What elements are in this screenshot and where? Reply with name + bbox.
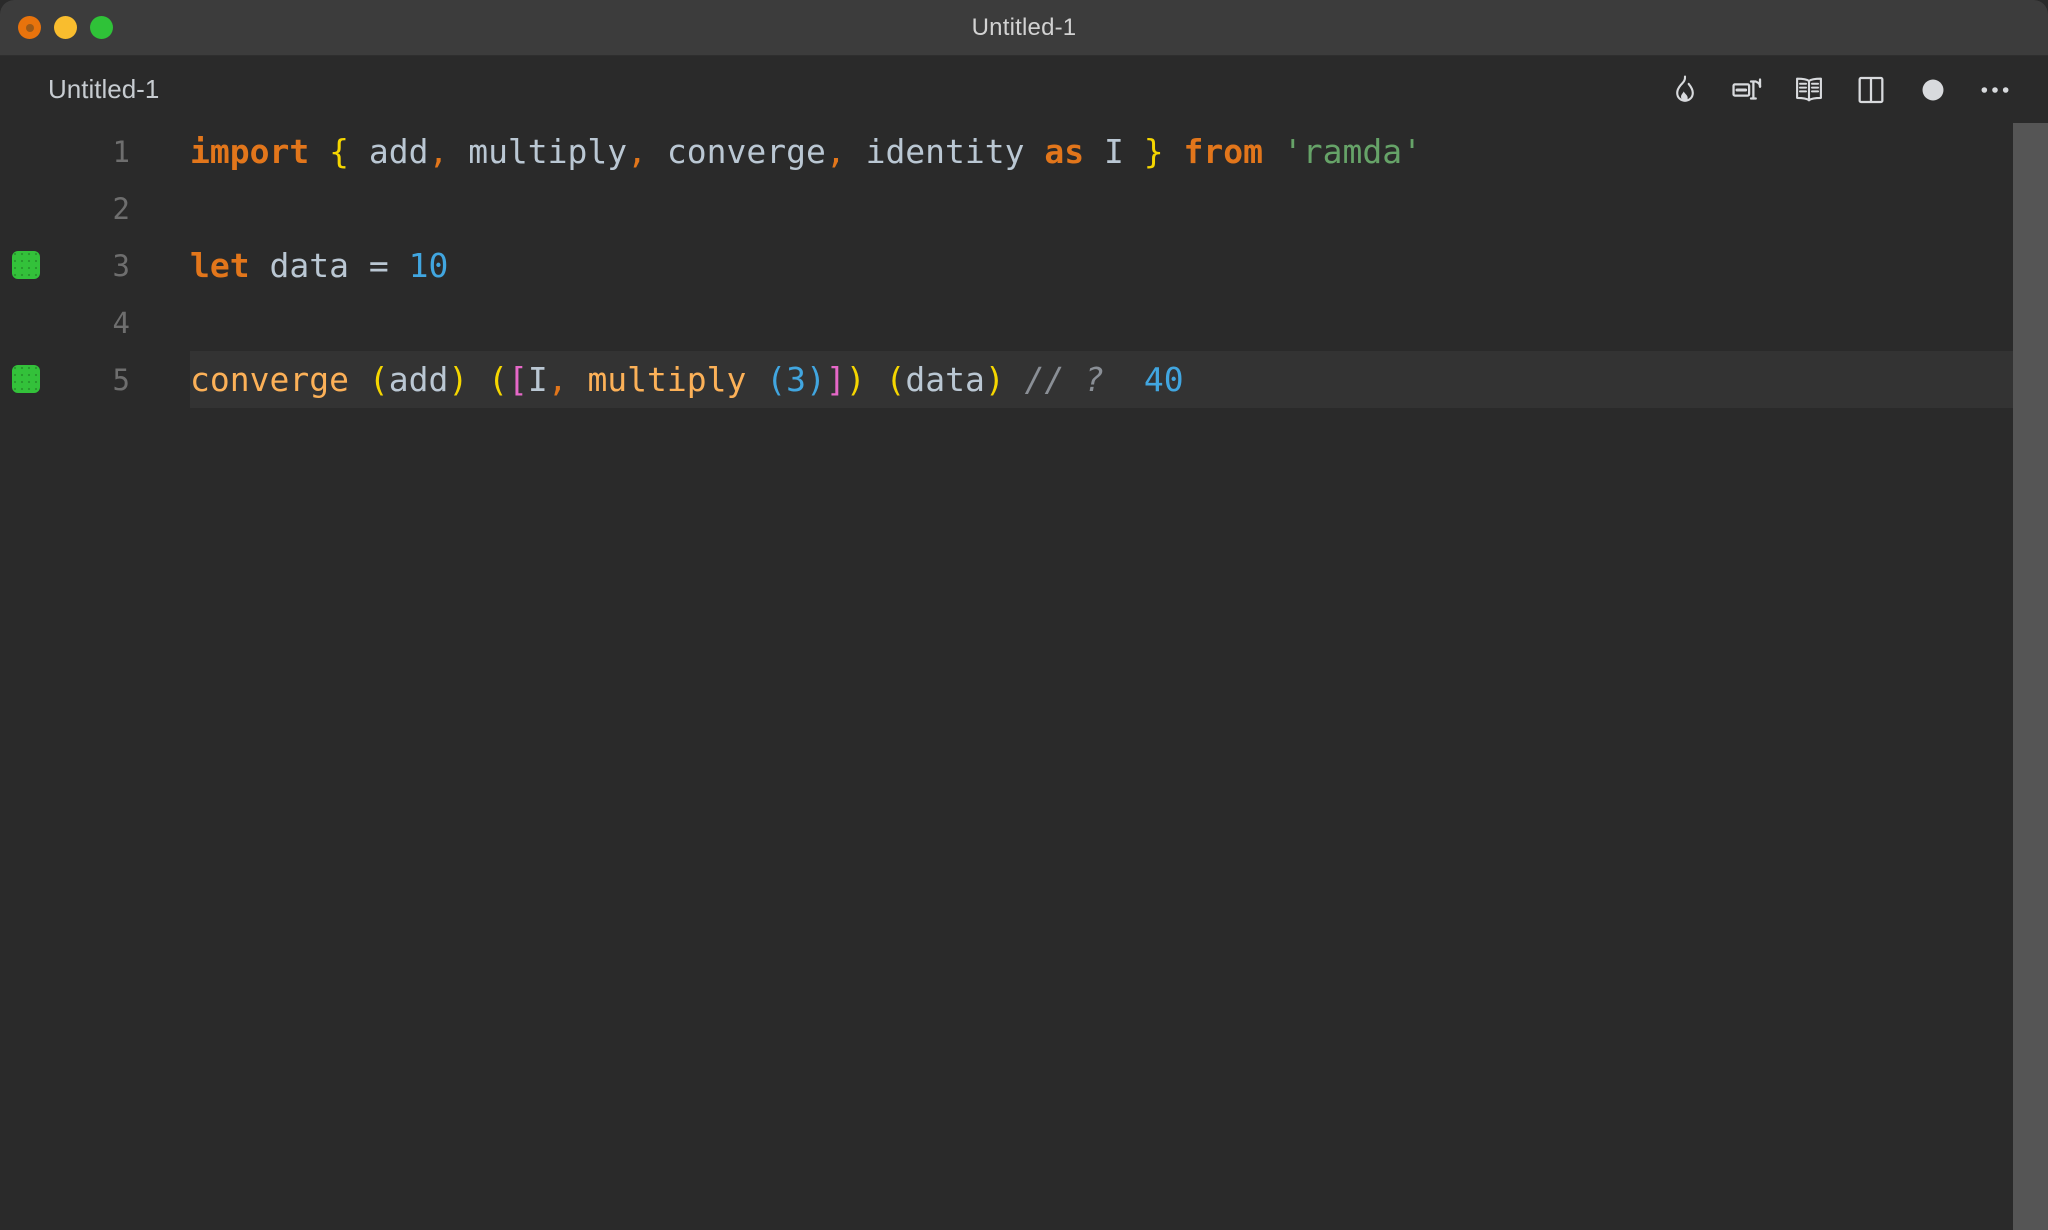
token: ) <box>448 360 469 399</box>
token: ( <box>766 360 787 399</box>
more-actions-icon[interactable] <box>1964 59 2026 121</box>
token: 40 <box>1143 360 1184 399</box>
editor-actions <box>1654 56 2026 123</box>
token: , <box>825 132 846 171</box>
token: let <box>190 246 250 285</box>
token: ( <box>885 360 906 399</box>
token: data <box>249 246 369 285</box>
code-line-2[interactable]: 2 <box>0 180 2048 237</box>
token: ) <box>984 360 1005 399</box>
line-number: 1 <box>112 134 130 169</box>
token: ) <box>806 360 826 399</box>
window-title: Untitled-1 <box>971 14 1077 41</box>
token: ] <box>825 360 846 399</box>
token: multiply <box>587 360 747 399</box>
token: add <box>348 132 429 171</box>
token: converge <box>647 132 826 171</box>
token: from <box>1183 132 1263 171</box>
token: import <box>190 132 310 171</box>
window-titlebar: Untitled-1 <box>0 0 2048 56</box>
line-text[interactable]: import { add, multiply, converge, identi… <box>190 132 1422 171</box>
quokka-start-icon[interactable] <box>1654 59 1716 121</box>
code-line-5[interactable]: 5 converge (add) ([I, multiply (3)]) (dat… <box>0 351 2048 408</box>
code-lines: 1 import { add, multiply, converge, ident… <box>0 123 2048 408</box>
line-number: 4 <box>112 305 130 340</box>
token: , <box>547 360 568 399</box>
line-number: 3 <box>112 248 130 283</box>
align-editor-icon[interactable] <box>1716 59 1778 121</box>
token: 'ramda' <box>1282 132 1422 171</box>
split-editor-icon[interactable] <box>1840 59 1902 121</box>
token: , <box>627 132 648 171</box>
token: ) <box>845 360 866 399</box>
token: data <box>905 360 985 399</box>
code-line-3[interactable]: 3 let data = 10 <box>0 237 2048 294</box>
token: identity <box>845 132 1045 171</box>
token: } <box>1143 132 1164 171</box>
unsaved-dot-icon[interactable] <box>1902 59 1964 121</box>
line-text[interactable]: converge (add) ([I, multiply (3)]) (data… <box>190 360 1184 399</box>
line-number: 2 <box>112 191 130 226</box>
token: as <box>1044 132 1085 171</box>
token: multiply <box>448 132 628 171</box>
token: { <box>329 132 349 171</box>
token: [ <box>507 360 528 399</box>
editor-scrollbar[interactable] <box>2013 123 2048 1230</box>
tab-untitled-1[interactable]: Untitled-1 <box>48 56 159 123</box>
code-line-1[interactable]: 1 import { add, multiply, converge, ident… <box>0 123 2048 180</box>
editor-tabbar: Untitled-1 <box>0 56 2048 123</box>
token: , <box>428 132 449 171</box>
line-number: 5 <box>112 362 130 397</box>
token: ( <box>368 360 389 399</box>
token: I <box>527 360 548 399</box>
code-editor[interactable]: 1 import { add, multiply, converge, ident… <box>0 123 2048 1230</box>
token: 10 <box>408 246 449 285</box>
line-text[interactable]: let data = 10 <box>190 246 448 285</box>
token: I <box>1084 132 1144 171</box>
token: 3 <box>786 360 807 399</box>
editor-window: Untitled-1 Untitled-1 1 import {add, mu… <box>0 0 2048 1230</box>
token: converge <box>190 360 349 399</box>
token: // ? <box>1024 360 1105 399</box>
open-preview-icon[interactable] <box>1778 59 1840 121</box>
token: ( <box>488 360 508 399</box>
code-line-4[interactable]: 4 <box>0 294 2048 351</box>
token: add <box>388 360 449 399</box>
token: = <box>368 246 389 285</box>
